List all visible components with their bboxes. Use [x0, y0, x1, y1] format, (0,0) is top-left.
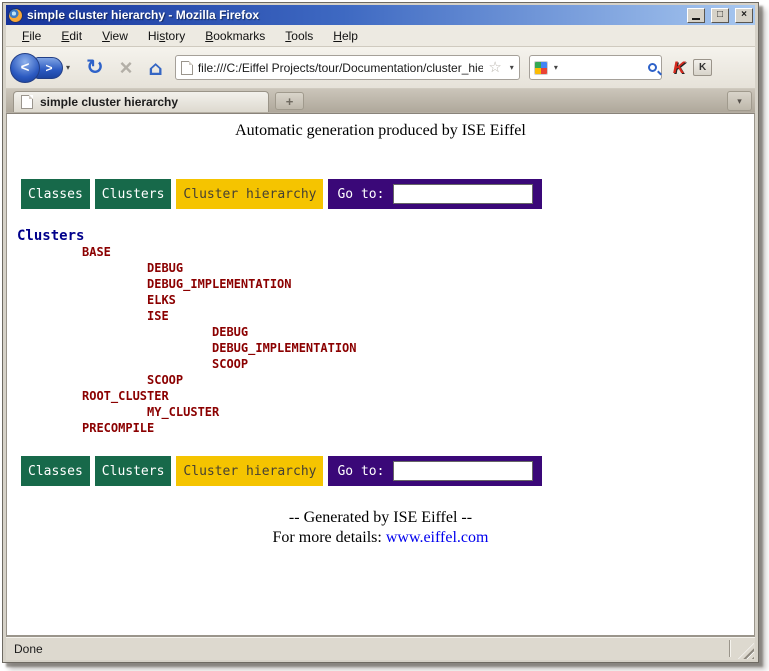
menu-help[interactable]: Help	[323, 26, 368, 46]
tree-item[interactable]: DEBUG_IMPLEMENTATION	[17, 340, 357, 356]
classes-button[interactable]: Classes	[21, 456, 90, 486]
tab-favicon	[21, 95, 33, 109]
menu-bar: File Edit View History Bookmarks Tools H…	[6, 25, 755, 47]
goto-box: Go to:	[328, 179, 542, 209]
resize-grip[interactable]	[738, 643, 754, 659]
tree-item[interactable]: DEBUG	[17, 324, 357, 340]
clusters-section-title: Clusters	[17, 228, 84, 244]
tree-item[interactable]: BASE	[17, 244, 357, 260]
close-button[interactable]: ×	[735, 8, 753, 23]
tree-item[interactable]: SCOOP	[17, 372, 357, 388]
kaspersky-icon[interactable]: K	[673, 59, 685, 76]
home-button[interactable]: ⌂	[148, 58, 162, 78]
list-all-tabs-button[interactable]: ▾	[727, 91, 752, 111]
doc-nav-row-bottom: Classes Clusters Cluster hierarchy Go to…	[21, 456, 542, 486]
url-input[interactable]	[198, 61, 484, 75]
forward-icon: >	[45, 61, 52, 75]
goto-input[interactable]	[393, 461, 533, 481]
minimize-icon	[692, 18, 700, 20]
tree-item[interactable]: ROOT_CLUSTER	[17, 388, 357, 404]
minimize-button[interactable]	[687, 8, 705, 23]
page-title: Automatic generation produced by ISE Eif…	[7, 122, 754, 140]
tree-item[interactable]: PRECOMPILE	[17, 420, 357, 436]
goto-label: Go to:	[337, 187, 384, 202]
tab-simple-cluster-hierarchy[interactable]: simple cluster hierarchy	[13, 91, 269, 112]
menu-edit[interactable]: Edit	[51, 26, 92, 46]
close-icon: ×	[741, 10, 747, 20]
status-text: Done	[14, 642, 43, 656]
back-forward-dropdown[interactable]: ▾	[66, 63, 70, 72]
doc-nav-row-top: Classes Clusters Cluster hierarchy Go to…	[21, 179, 542, 209]
back-button[interactable]: <	[10, 53, 40, 83]
tree-item[interactable]: DEBUG_IMPLEMENTATION	[17, 276, 357, 292]
page-icon	[181, 61, 193, 75]
tree-item[interactable]: SCOOP	[17, 356, 357, 372]
tree-item[interactable]: DEBUG	[17, 260, 357, 276]
search-engine-dropdown[interactable]: ▾	[554, 63, 558, 72]
reload-button[interactable]: ↻	[86, 57, 104, 78]
window-title: simple cluster hierarchy - Mozilla Firef…	[27, 8, 681, 22]
new-tab-button[interactable]: +	[275, 92, 304, 110]
clusters-button[interactable]: Clusters	[95, 179, 172, 209]
page-content: Automatic generation produced by ISE Eif…	[6, 113, 755, 636]
menu-file[interactable]: File	[12, 26, 51, 46]
cluster-hierarchy-button[interactable]: Cluster hierarchy	[176, 456, 323, 486]
eiffel-com-link[interactable]: www.eiffel.com	[386, 529, 489, 546]
stop-button: ×	[120, 57, 133, 79]
cluster-hierarchy-button[interactable]: Cluster hierarchy	[176, 179, 323, 209]
search-icon[interactable]	[648, 63, 657, 72]
tree-item[interactable]: MY_CLUSTER	[17, 404, 357, 420]
menu-bookmarks[interactable]: Bookmarks	[195, 26, 275, 46]
page-footer: -- Generated by ISE Eiffel -- For more d…	[7, 508, 754, 548]
generated-by-text: -- Generated by ISE Eiffel --	[7, 508, 754, 528]
tab-label: simple cluster hierarchy	[40, 95, 178, 109]
search-input[interactable]	[561, 61, 645, 75]
address-bar[interactable]: ☆ ▾	[175, 55, 520, 80]
firefox-logo-icon	[8, 8, 23, 23]
url-history-dropdown[interactable]: ▾	[510, 63, 514, 72]
menu-tools[interactable]: Tools	[275, 26, 323, 46]
screenshot: simple cluster hierarchy - Mozilla Firef…	[0, 0, 769, 671]
cluster-tree: BASE DEBUG DEBUG_IMPLEMENTATION ELKS ISE…	[17, 244, 357, 436]
bookmark-star-icon[interactable]: ☆	[488, 60, 501, 75]
k-toolbar-button[interactable]: K	[693, 59, 712, 76]
menu-history[interactable]: History	[138, 26, 195, 46]
maximize-button[interactable]: □	[711, 8, 729, 23]
classes-button[interactable]: Classes	[21, 179, 90, 209]
goto-label: Go to:	[337, 464, 384, 479]
chevron-down-icon: ▾	[737, 96, 742, 107]
firefox-window: simple cluster hierarchy - Mozilla Firef…	[2, 2, 759, 663]
more-details-text: For more details: www.eiffel.com	[7, 528, 754, 548]
title-bar[interactable]: simple cluster hierarchy - Mozilla Firef…	[6, 5, 755, 25]
goto-box: Go to:	[328, 456, 542, 486]
google-engine-icon	[534, 61, 548, 75]
search-bar[interactable]: ▾	[529, 55, 662, 80]
tree-item[interactable]: ELKS	[17, 292, 357, 308]
menu-view[interactable]: View	[92, 26, 138, 46]
clusters-button[interactable]: Clusters	[95, 456, 172, 486]
back-icon: <	[21, 59, 30, 76]
goto-input[interactable]	[393, 184, 533, 204]
tree-item[interactable]: ISE	[17, 308, 357, 324]
status-bar-divider	[729, 640, 731, 657]
maximize-icon: □	[717, 10, 723, 20]
navigation-toolbar: < > ▾ ↻ × ⌂ ☆ ▾ ▾ K K	[6, 47, 755, 89]
tab-bar: simple cluster hierarchy + ▾	[6, 89, 755, 113]
status-bar: Done	[6, 636, 755, 660]
